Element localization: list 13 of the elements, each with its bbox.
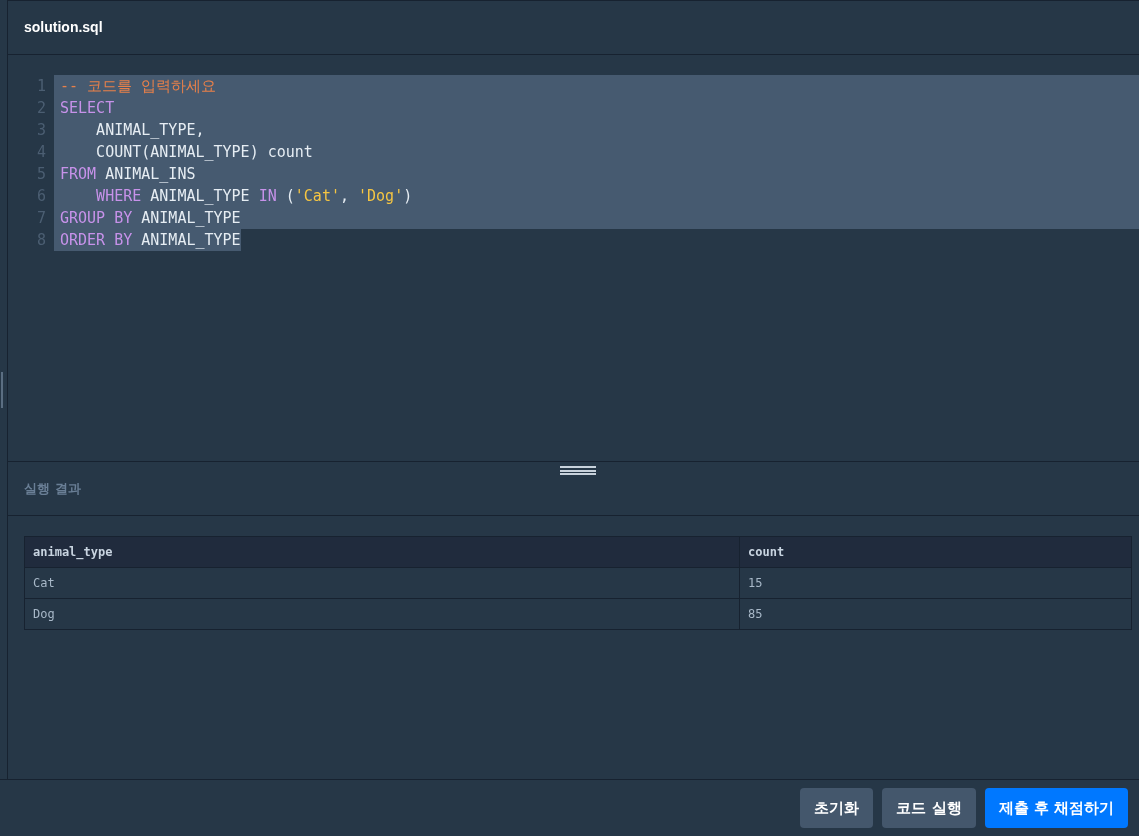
action-button[interactable]: 초기화 [800, 788, 874, 828]
table-cell: Dog [24, 598, 740, 630]
table-cell: Cat [24, 567, 740, 599]
table-cell: 15 [739, 567, 1132, 599]
resize-handle[interactable] [1, 371, 3, 408]
column-header: count [739, 536, 1132, 568]
table-cell: 85 [739, 598, 1132, 630]
results-title: 실행 결과 [24, 479, 81, 498]
action-button[interactable]: 제출 후 채점하기 [984, 788, 1128, 828]
file-name[interactable]: solution.sql [24, 17, 103, 38]
action-button[interactable]: 코드 실행 [882, 788, 976, 828]
column-header: animal_type [24, 536, 740, 568]
drag-handle-icon[interactable] [560, 466, 596, 475]
